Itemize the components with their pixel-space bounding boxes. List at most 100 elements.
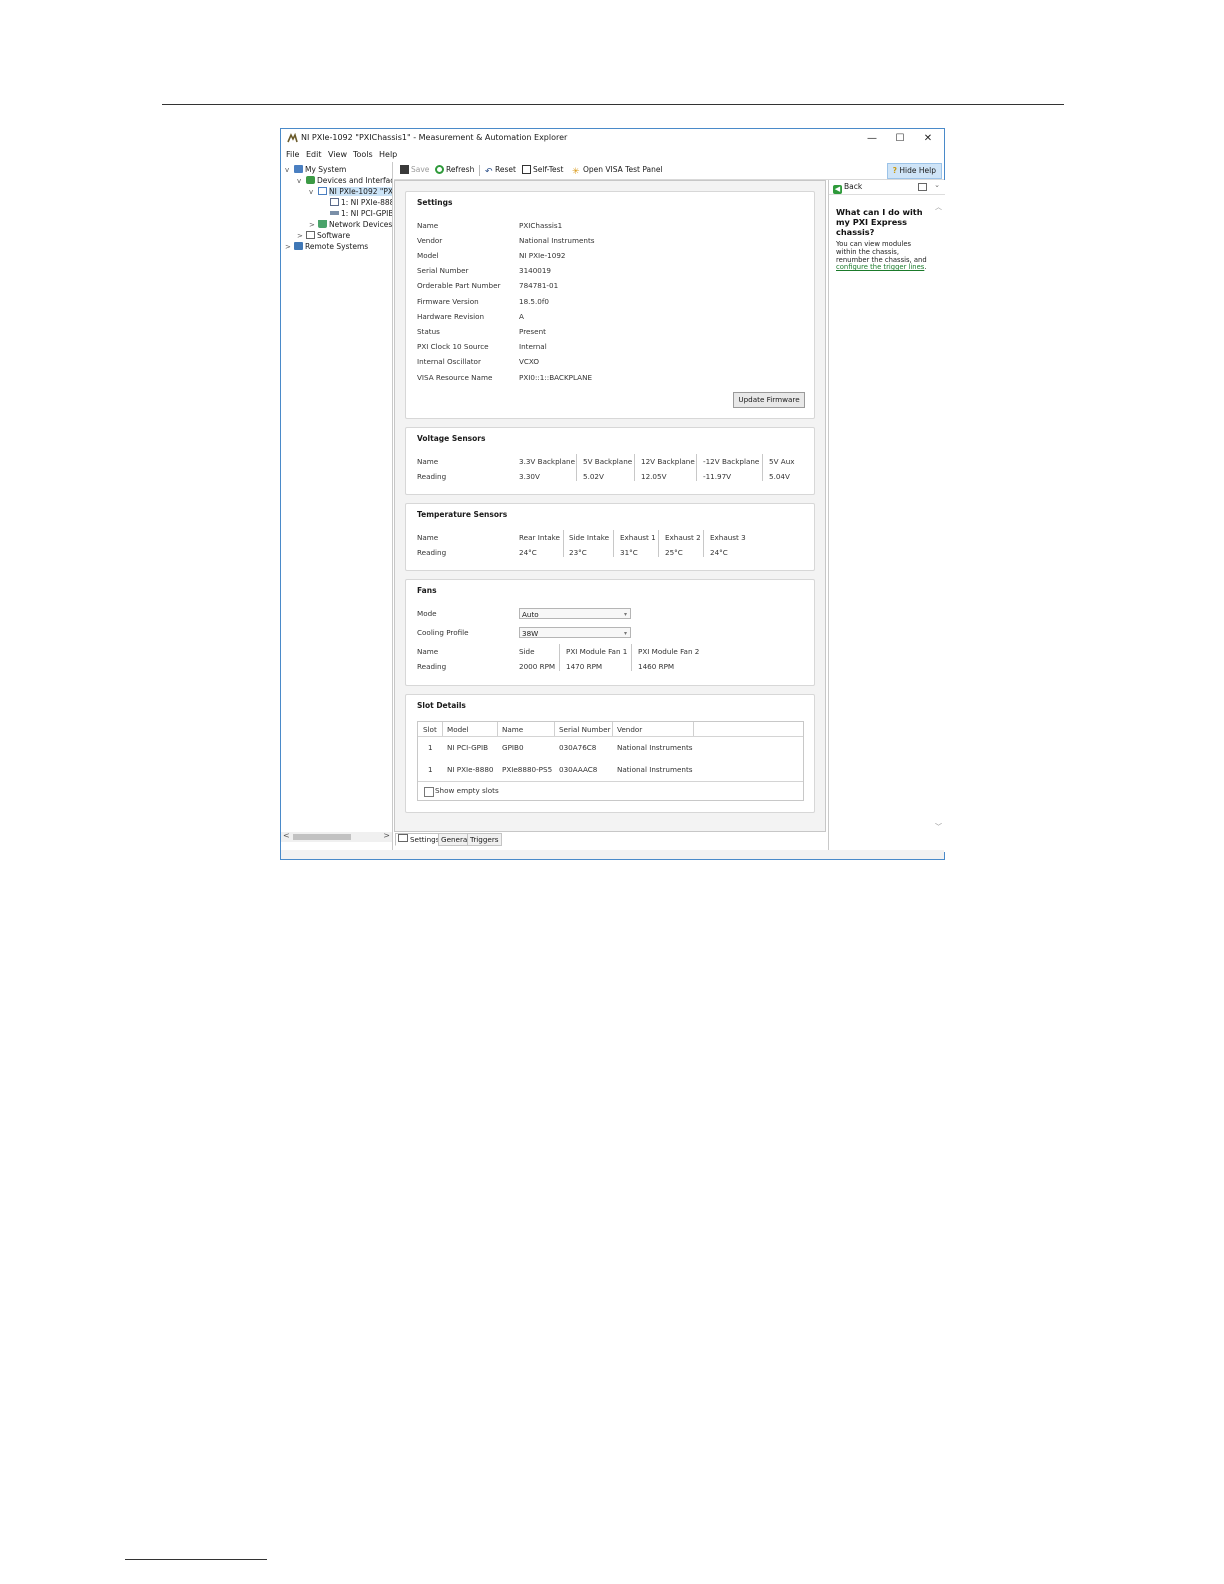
setting-value: National Instruments (519, 236, 595, 245)
scroll-right-icon[interactable]: > (383, 831, 390, 840)
tree-item-pci-gpib[interactable]: 1: NI PCI-GPIB (321, 208, 392, 219)
column-divider (696, 454, 697, 481)
column-header-serial[interactable]: Serial Number (559, 725, 611, 734)
show-empty-slots-label[interactable]: Show empty slots (435, 786, 499, 795)
menu-view[interactable]: View (328, 150, 347, 159)
column-divider (554, 722, 555, 736)
slot-cell: 1 (428, 743, 433, 752)
chevron-down-icon[interactable]: v (297, 176, 306, 187)
configure-trigger-lines-link[interactable]: configure the trigger lines (836, 263, 924, 271)
settings-panel-title: Settings (417, 198, 453, 207)
serial-cell: 030AAAC8 (559, 765, 598, 774)
network-icon (318, 220, 327, 228)
update-firmware-button[interactable]: Update Firmware (733, 392, 805, 408)
maximize-button[interactable]: ☐ (886, 131, 914, 146)
menu-tools[interactable]: Tools (353, 150, 373, 159)
chevron-down-icon: ▾ (623, 611, 627, 618)
voltage-sensors-panel: Voltage Sensors Name Reading 3.3V Backpl… (405, 427, 815, 495)
sensor-reading-label: Reading (417, 548, 447, 557)
voltage-sensor-name: 3.3V Backplane (519, 457, 576, 466)
settings-content: Settings Name PXIChassis1 Vendor Nationa… (394, 180, 826, 832)
fan-name: Side (519, 647, 535, 656)
tab-triggers[interactable]: Triggers (467, 833, 502, 846)
self-test-icon (522, 165, 531, 174)
settings-panel: Settings Name PXIChassis1 Vendor Nationa… (405, 191, 815, 419)
temperature-sensor-reading: 31°C (620, 548, 638, 557)
show-empty-slots-checkbox[interactable] (424, 787, 434, 797)
setting-value: PXI0::1::BACKPLANE (519, 373, 593, 382)
scrollbar-thumb[interactable] (293, 834, 351, 840)
slot-details-panel: Slot Details Slot Model Name Serial Numb… (405, 694, 815, 813)
table-row[interactable]: 1 NI PCI-GPIB GPIB0 030A76C8 National In… (418, 737, 803, 757)
scroll-up-icon[interactable]: ︿ (935, 202, 942, 212)
ni-logo-icon (287, 133, 298, 143)
tree-item-network-devices[interactable]: > Network Devices (309, 219, 392, 230)
tree-item-my-system[interactable]: v My System (285, 164, 346, 175)
scroll-left-icon[interactable]: < (283, 831, 290, 840)
setting-value: NI PXIe-1092 (519, 251, 566, 260)
remote-systems-icon (294, 242, 303, 250)
chevron-right-icon[interactable]: > (285, 242, 294, 253)
undo-arrow-icon: ↶ (485, 167, 493, 177)
column-header-model[interactable]: Model (447, 725, 469, 734)
back-arrow-icon: ◀ (833, 185, 842, 194)
name-cell: PXIe8880-PS5 (502, 765, 553, 774)
cooling-profile-label: Cooling Profile (417, 628, 469, 637)
floppy-disk-icon (400, 165, 409, 174)
refresh-button[interactable]: Refresh (435, 165, 474, 174)
close-button[interactable]: ✕ (914, 131, 942, 146)
voltage-sensor-name: -12V Backplane (703, 457, 760, 466)
help-options-icon[interactable] (918, 183, 927, 191)
tree-horizontal-scrollbar[interactable]: < > (281, 831, 392, 842)
tree-item-pxie-8880[interactable]: 1: NI PXIe-8880 (321, 197, 392, 208)
chevron-down-icon[interactable]: v (309, 187, 318, 198)
help-back-button[interactable]: ◀ Back (833, 182, 862, 194)
chassis-icon (318, 187, 327, 195)
setting-value: VCXO (519, 357, 540, 366)
setting-value: 3140019 (519, 266, 552, 275)
scroll-down-icon[interactable]: ﹀ (935, 822, 942, 832)
column-header-slot[interactable]: Slot (423, 725, 437, 734)
chevron-down-icon[interactable]: ⌄ (934, 181, 940, 189)
setting-value: 784781-01 (519, 281, 559, 290)
menu-help[interactable]: Help (379, 150, 397, 159)
cooling-profile-select[interactable]: 38W ▾ (519, 627, 631, 638)
temperature-sensor-reading: 24°C (519, 548, 537, 557)
tree-item-remote-systems[interactable]: > Remote Systems (285, 241, 368, 252)
fan-reading: 2000 RPM (519, 662, 556, 671)
tab-settings[interactable]: Settings (395, 833, 443, 846)
reset-button[interactable]: ↶ Reset (485, 165, 516, 177)
column-header-name[interactable]: Name (502, 725, 523, 734)
module-icon (330, 198, 339, 206)
tree-item-software[interactable]: > Software (297, 230, 350, 241)
minimize-button[interactable]: — (858, 131, 886, 146)
toolbar-separator (479, 165, 480, 176)
setting-label: Model (417, 251, 439, 260)
fans-panel: Fans Mode Auto ▾ Cooling Profile 38W ▾ N… (405, 579, 815, 686)
chevron-down-icon[interactable]: v (285, 165, 294, 176)
devices-icon (306, 176, 315, 184)
save-button[interactable]: Save (400, 165, 429, 174)
computer-icon (294, 165, 303, 173)
fan-reading-label: Reading (417, 662, 447, 671)
table-row[interactable]: 1 NI PXIe-8880 PXIe8880-PS5 030AAAC8 Nat… (418, 759, 803, 779)
tree-item-chassis[interactable]: vNI PXIe-1092 "PXIChassis1" (309, 186, 392, 198)
tree-item-devices[interactable]: vDevices and Interfaces (297, 175, 392, 187)
fan-name-label: Name (417, 647, 439, 656)
slot-details-title: Slot Details (417, 701, 466, 710)
menu-file[interactable]: File (286, 150, 299, 159)
fan-mode-select[interactable]: Auto ▾ (519, 608, 631, 619)
column-header-vendor[interactable]: Vendor (617, 725, 642, 734)
sensor-name-label: Name (417, 457, 439, 466)
self-test-button[interactable]: Self-Test (522, 165, 563, 174)
hide-help-button[interactable]: ? Hide Help (886, 163, 942, 179)
status-bar (281, 850, 944, 859)
column-divider (497, 722, 498, 736)
help-icon: ? (892, 166, 898, 175)
open-visa-test-panel-button[interactable]: ✳ Open VISA Test Panel (572, 165, 663, 177)
menu-edit[interactable]: Edit (306, 150, 322, 159)
setting-label: Status (417, 327, 440, 336)
mae-window: NI PXIe-1092 "PXIChassis1" - Measurement… (280, 128, 945, 860)
temperature-sensor-name: Exhaust 2 (665, 533, 701, 542)
footnote-rule (125, 1559, 267, 1560)
